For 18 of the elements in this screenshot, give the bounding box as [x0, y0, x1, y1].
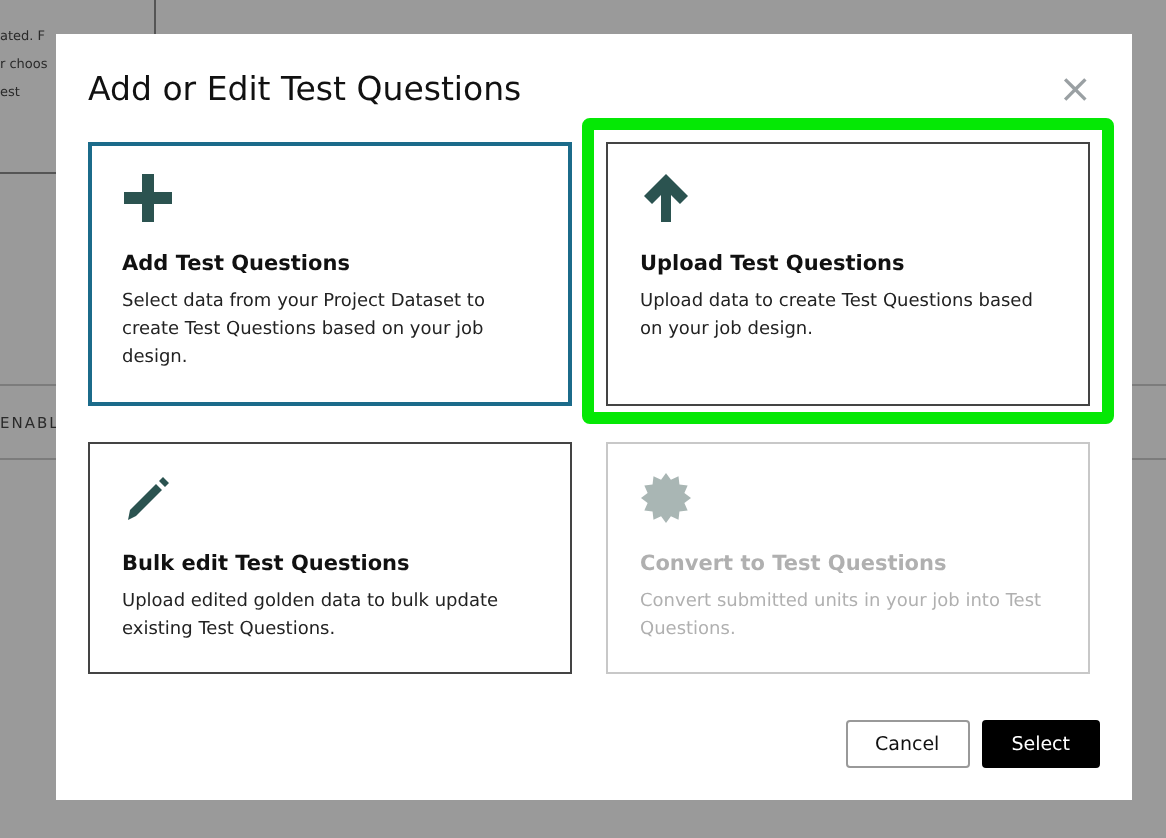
- arrow-up-icon: [640, 172, 692, 224]
- option-description: Upload edited golden data to bulk update existing Test Questions.: [122, 590, 501, 644]
- option-title: Convert to Test Questions: [640, 552, 949, 576]
- option-card[interactable]: Upload Test Questions Upload data to create Test Questions based on your job design.: [606, 142, 1090, 406]
- option-title: Bulk edit Test Questions: [122, 552, 412, 576]
- select-button[interactable]: Select: [981, 720, 1100, 768]
- option-card[interactable]: Add Test Questions Select data from your Project Dataset to create Test Questions based on your job design.: [88, 142, 572, 406]
- plus-icon: [122, 172, 174, 224]
- cancel-button[interactable]: Cancel: [845, 720, 970, 768]
- option-description: Convert submitted units in your job into Test Questions.: [640, 590, 1044, 644]
- option-description: Select data from your Project Dataset to create Test Questions based on your job design.: [122, 290, 487, 372]
- option-title: Add Test Questions: [122, 252, 352, 276]
- option-title: Upload Test Questions: [640, 252, 907, 276]
- badge-icon: [640, 472, 692, 524]
- dialog-title: Add or Edit Test Questions: [88, 69, 522, 107]
- option-card[interactable]: Bulk edit Test Questions Upload edited golden data to bulk update existing Test Questions.: [88, 442, 572, 674]
- pencil-icon: [122, 472, 174, 524]
- option-description: Upload data to create Test Questions based on your job design.: [640, 290, 1035, 344]
